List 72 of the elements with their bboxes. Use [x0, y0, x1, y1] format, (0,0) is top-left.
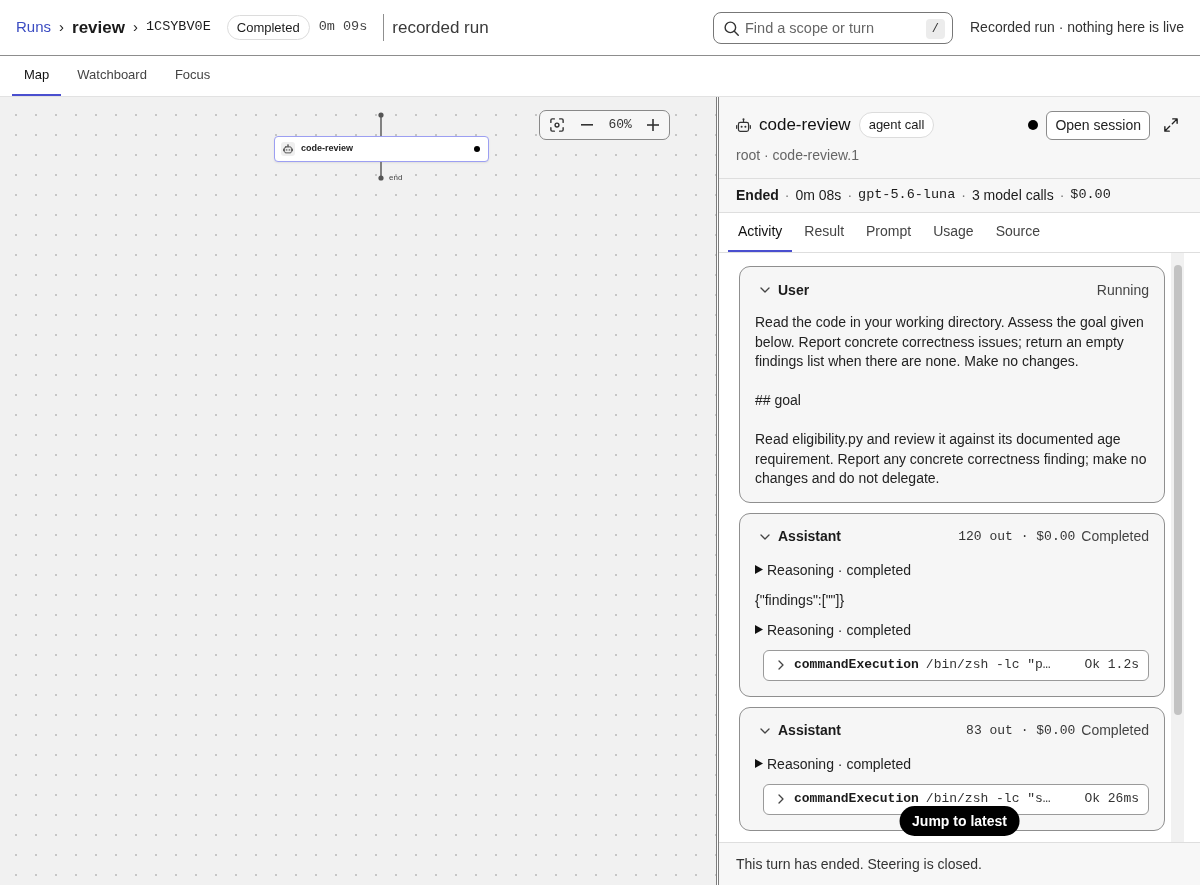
stat-value: 3 model calls: [971, 186, 1054, 205]
notice-text: Recorded run · nothing here is live: [970, 18, 1184, 37]
turn-status: Running: [1096, 280, 1149, 300]
expand-icon: [1164, 118, 1178, 132]
breadcrumb-separator: ›: [58, 17, 66, 38]
detail-tab[interactable]: Source: [985, 213, 1050, 252]
detail-tab[interactable]: Result: [794, 213, 855, 252]
expand-button[interactable]: [1164, 118, 1178, 132]
run-state: Ended: [736, 186, 779, 205]
stat-value: $0.00: [1070, 186, 1111, 205]
scrollbar-thumb[interactable]: [1174, 265, 1182, 715]
message-text: Read eligibility.py and review it against its documented age requirement. Report any concrete correctness finding; make no changes and do not delegate.: [755, 430, 1148, 488]
run-subtitle: recorded run: [392, 16, 489, 39]
stat-value: gpt-5.6-luna: [858, 186, 956, 205]
command-text: /bin/zsh -lc "p…: [925, 656, 1051, 675]
turn-role: Assistant: [778, 527, 842, 546]
turn-usage: 120 out · $0.00: [958, 527, 1076, 546]
breadcrumb-link[interactable]: Runs: [16, 16, 52, 39]
command-result: Ok 1.2s: [1084, 656, 1139, 675]
stat-value: 0m 08s: [795, 186, 842, 205]
message-text: Read the code in your working directory. Assess the goal given below. Report concrete correctness issues; return an empty findings list when there are none. Make no changes.: [755, 313, 1145, 371]
run-id: 1CSYBV0E: [145, 18, 211, 37]
command-row[interactable]: commandExecution /bin/zsh -lc "p… Ok 1.2s: [763, 649, 1149, 681]
end-label: end: [389, 173, 403, 183]
graph-node[interactable]: code-review: [274, 136, 489, 162]
turn-role: User: [778, 280, 810, 300]
minus-icon: [581, 124, 594, 126]
separator-dot: ·: [846, 186, 854, 205]
separator-dot: ·: [960, 186, 967, 205]
message-text: ## goal: [755, 391, 802, 410]
status-badge: Completed: [226, 14, 310, 41]
search-icon: [724, 20, 739, 36]
open-session-button[interactable]: Open session: [1046, 110, 1150, 140]
jump-to-latest-toast[interactable]: Jump to latest: [899, 806, 1020, 836]
turn-role: Assistant: [778, 721, 842, 740]
turn-status: Completed: [1081, 527, 1149, 546]
plus-icon: [646, 119, 659, 131]
breadcrumb-separator: ›: [131, 17, 139, 38]
command-result: Ok 26ms: [1084, 790, 1139, 809]
focus-icon: [550, 118, 564, 132]
breadcrumb-current: review: [72, 16, 125, 39]
node-label: code-review: [301, 142, 354, 156]
detail-tab[interactable]: Usage: [923, 213, 984, 252]
separator-dot: ·: [1058, 186, 1066, 205]
edge-connector: [378, 112, 384, 136]
status-dot-icon: [474, 146, 480, 152]
turn-usage: 83 out · $0.00: [966, 721, 1076, 740]
run-duration: 0m 09s: [318, 18, 368, 37]
reasoning-toggle[interactable]: Reasoning · completed: [755, 559, 911, 580]
command-text: /bin/zsh -lc "s…: [925, 790, 1051, 809]
view-tab[interactable]: Watchboard: [65, 56, 159, 96]
reasoning-toggle[interactable]: Reasoning · completed: [755, 619, 911, 640]
zoom-in-button[interactable]: [644, 117, 661, 133]
turn-status: Completed: [1081, 721, 1149, 740]
zoom-level: 60%: [608, 116, 632, 135]
command-name: commandExecution: [794, 656, 919, 675]
scope-path: root · code-review.1: [736, 146, 860, 164]
command-row[interactable]: commandExecution /bin/zsh -lc "s… Ok 26ms: [763, 783, 1149, 815]
fit-view-button[interactable]: [548, 116, 566, 134]
status-dot-icon: [1028, 120, 1039, 130]
kind-badge: agent call: [858, 112, 935, 138]
robot-icon: [736, 117, 751, 133]
command-name: commandExecution: [794, 790, 919, 809]
detail-tab[interactable]: Prompt: [856, 213, 922, 252]
output-text: {"findings":[""]}: [755, 590, 846, 610]
footer-text: This turn has ended. Steering is closed.: [736, 854, 982, 874]
robot-icon: [281, 142, 295, 156]
reasoning-toggle[interactable]: Reasoning · completed: [755, 753, 911, 774]
view-tab[interactable]: Focus: [162, 56, 223, 96]
edge-connector: [378, 162, 384, 181]
panel-title: code-review: [759, 114, 851, 137]
separator-dot: ·: [783, 186, 791, 205]
